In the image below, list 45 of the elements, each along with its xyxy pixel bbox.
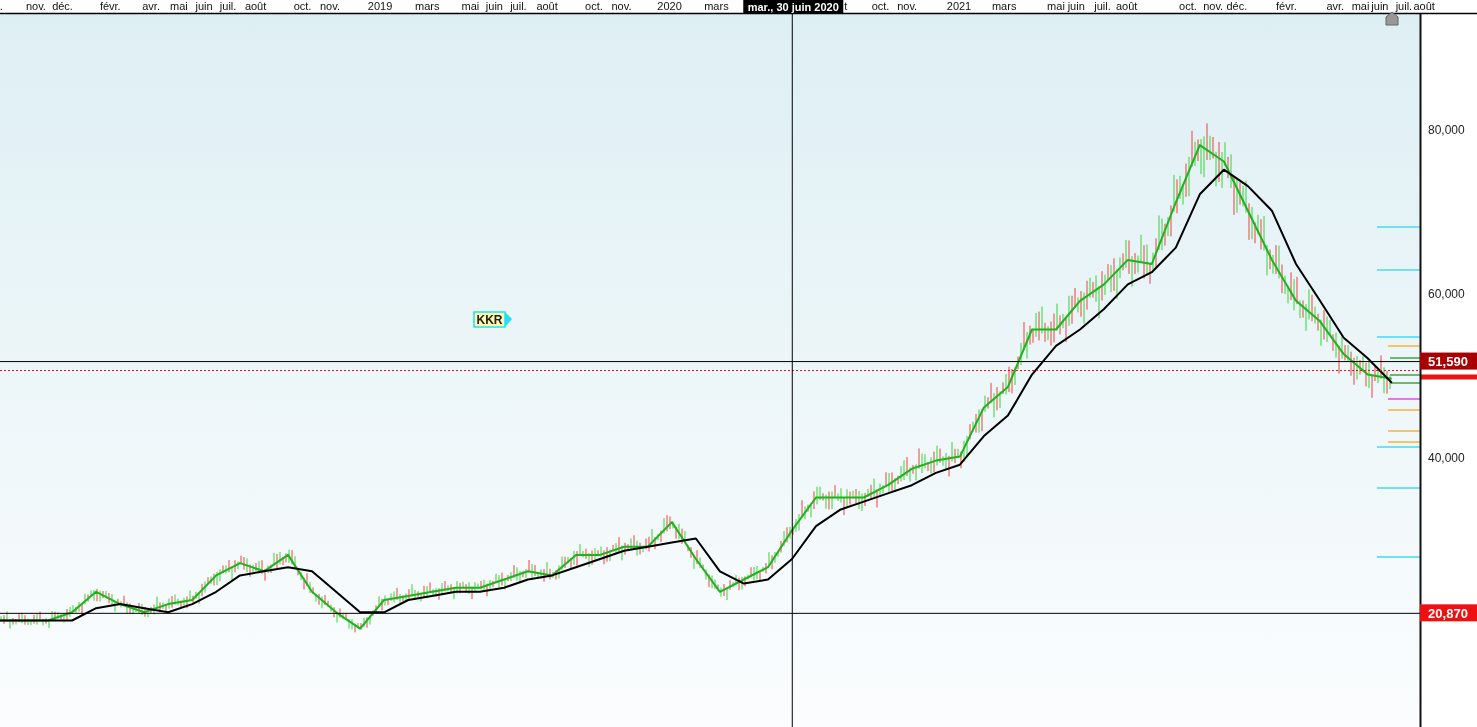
axis-label: déc. xyxy=(52,0,73,12)
axis-label: mars xyxy=(991,0,1017,12)
axis-label: juin xyxy=(485,0,503,12)
axis-label: avr. xyxy=(142,0,160,12)
axis-label: 2021 xyxy=(946,0,972,12)
price-tag: 51,590 xyxy=(1420,352,1477,370)
axis-label: févr. xyxy=(99,0,121,12)
axis-label: juil. xyxy=(1094,0,1111,12)
axis-label: oct. xyxy=(585,0,603,12)
axis-label: mai xyxy=(170,0,188,12)
axis-label: oct. xyxy=(293,0,312,12)
axis-label: mars xyxy=(704,0,729,12)
axis-label: mai xyxy=(461,0,480,12)
axis-label: nov. xyxy=(320,0,340,12)
axis-label: nov. xyxy=(25,0,46,12)
axis-label: juil. xyxy=(510,0,527,12)
axis-label: mai xyxy=(1351,0,1370,12)
axis-label: mars xyxy=(415,0,440,12)
price-tag: 20,870 xyxy=(1420,604,1477,622)
axis-label: oct. xyxy=(871,0,890,12)
axis-label: . xyxy=(0,0,3,12)
axis-label: août xyxy=(1115,0,1138,12)
axis-label: juil. xyxy=(1395,0,1413,12)
axis-label: nov. xyxy=(1203,0,1224,12)
axis-label: 80,000 xyxy=(1428,122,1465,137)
axis-label: août xyxy=(536,0,558,12)
axis-label: févr. xyxy=(1276,0,1297,12)
axis-label: avr. xyxy=(1326,0,1345,12)
axis-label: 60,000 xyxy=(1428,286,1465,301)
axis-label: 40,000 xyxy=(1428,450,1465,465)
axis-label: nov. xyxy=(897,0,918,12)
axis-label: mai xyxy=(1047,0,1065,12)
axis-label: juin xyxy=(195,0,213,12)
axis-label: juin xyxy=(1371,0,1389,12)
axis-label: juin xyxy=(1067,0,1085,12)
axis-label: 2019 xyxy=(367,0,393,12)
axis-label: nov. xyxy=(611,0,632,12)
axis-label: t xyxy=(844,0,848,12)
axis-label: oct. xyxy=(1179,0,1197,12)
axis-label: juil. xyxy=(219,0,237,12)
axis-label: août xyxy=(244,0,267,12)
axis-label: déc. xyxy=(1226,0,1248,12)
date-marker: mar., 30 juin 2020 xyxy=(743,0,844,13)
axis-label: août xyxy=(1413,0,1435,12)
axis-label: 2020 xyxy=(657,0,682,12)
